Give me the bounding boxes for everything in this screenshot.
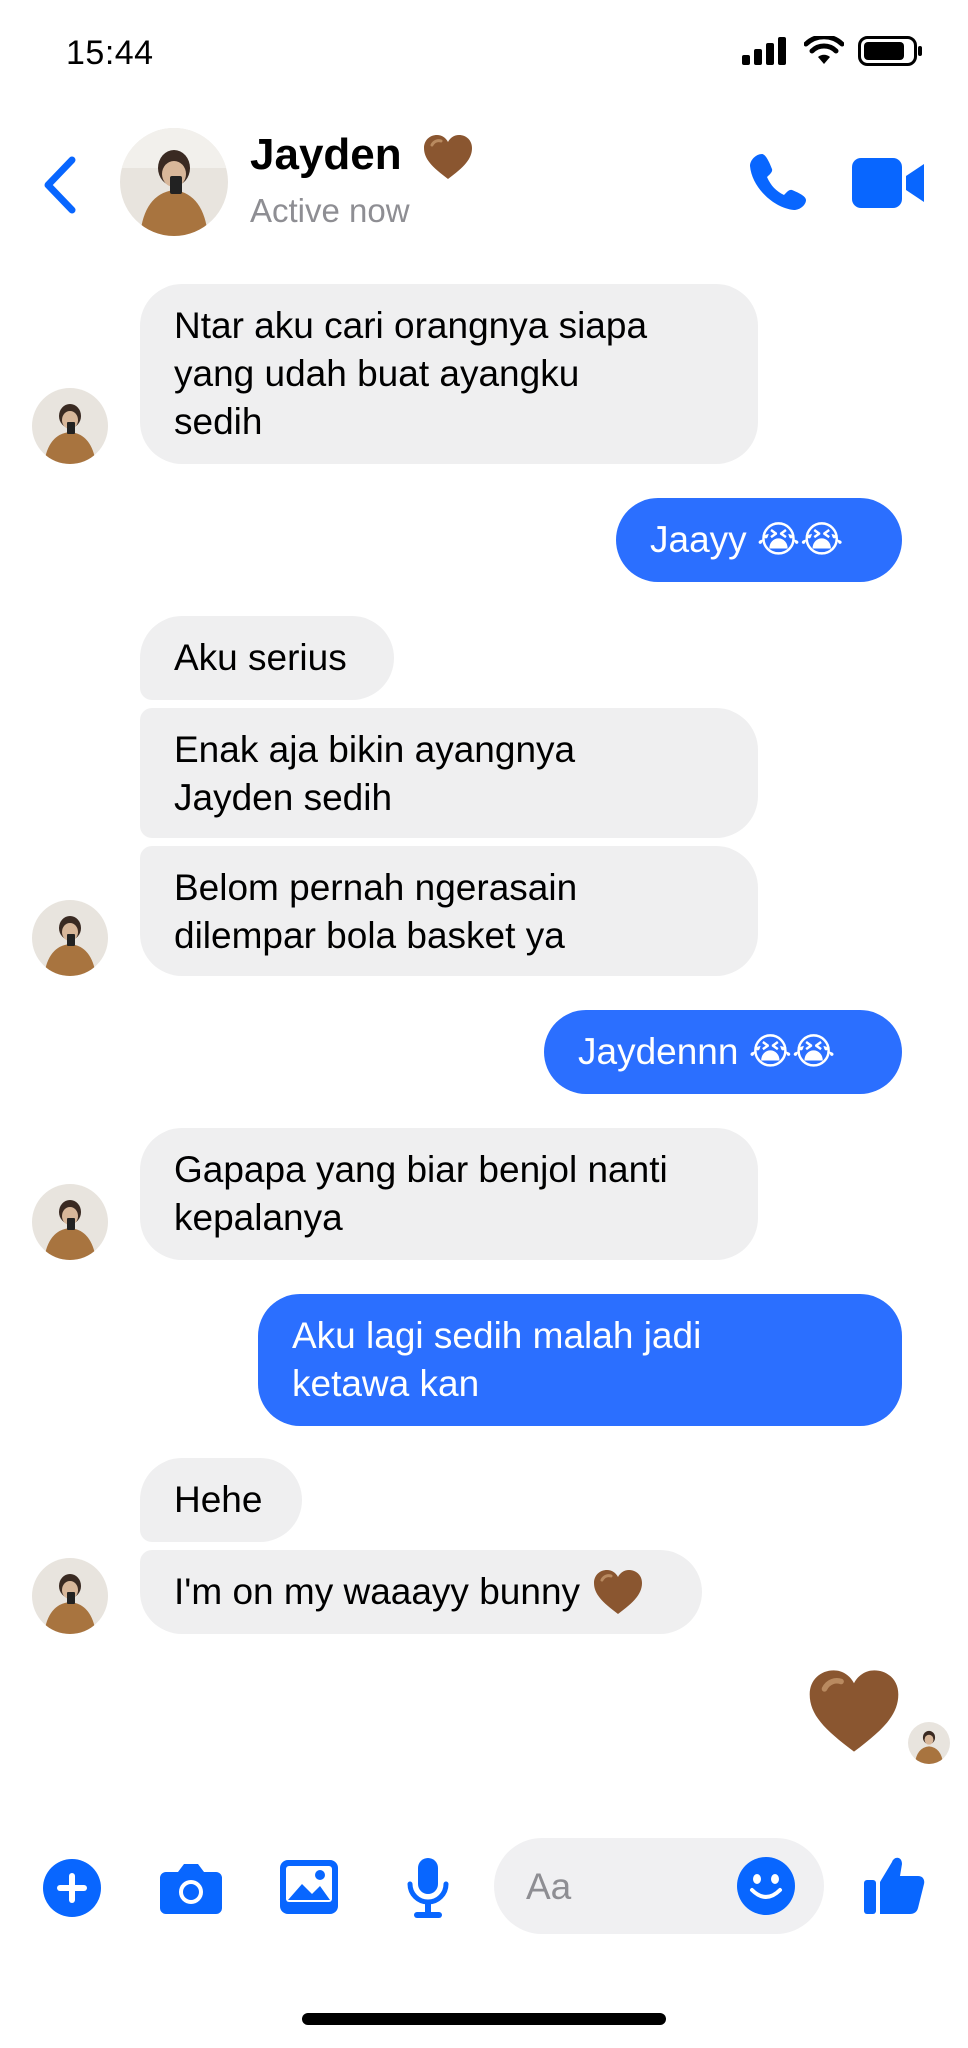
camera-icon: [160, 1864, 222, 1914]
video-call-button[interactable]: [852, 158, 926, 213]
presence-status: Active now: [250, 192, 410, 229]
gallery-button[interactable]: [278, 1858, 340, 1921]
sender-avatar: [32, 900, 108, 976]
thumbs-up-icon: [864, 1857, 925, 1914]
contact-avatar[interactable]: [120, 128, 228, 236]
voice-call-button[interactable]: [748, 150, 810, 217]
contact-name[interactable]: Jayden: [250, 130, 474, 181]
brown-heart-icon: [423, 135, 472, 180]
message-bubble-incoming[interactable]: Hehe: [140, 1458, 302, 1542]
brown-heart-icon: [594, 1570, 643, 1614]
message-bubble-incoming[interactable]: Enak aja bikin ayangnya Jayden sedih: [140, 708, 758, 838]
microphone-icon: [407, 1858, 449, 1918]
message-bubble-incoming[interactable]: Gapapa yang biar benjol nanti kepalanya: [140, 1128, 758, 1260]
wifi-icon: [804, 36, 844, 64]
like-button[interactable]: [862, 1852, 926, 1921]
plus-icon: [43, 1859, 101, 1917]
home-indicator[interactable]: [302, 2013, 666, 2025]
camera-button[interactable]: [158, 1860, 224, 1921]
message-bubble-outgoing[interactable]: Jaayy 😭😭: [616, 498, 902, 582]
message-bubble-incoming[interactable]: Belom pernah ngerasain dilempar bola bas…: [140, 846, 758, 976]
message-text: I'm on my waaayy bunny: [174, 1571, 581, 1612]
message-input-placeholder: Aa: [526, 1866, 572, 1907]
video-camera-icon: [852, 158, 924, 208]
message-text: Jaydennn 😭😭: [578, 1031, 836, 1072]
message-bubble-incoming[interactable]: I'm on my waaayy bunny: [140, 1550, 702, 1634]
status-icons: [742, 36, 924, 66]
voice-message-button[interactable]: [404, 1856, 452, 1925]
contact-name-text: Jayden: [250, 130, 402, 179]
message-bubble-outgoing[interactable]: Aku lagi sedih malah jadi ketawa kan: [258, 1294, 902, 1426]
signal-icon: [742, 37, 786, 65]
sent-heart-message[interactable]: [806, 1666, 902, 1761]
read-receipt-avatar: [908, 1722, 950, 1764]
emoji-icon: [737, 1857, 795, 1915]
phone-icon: [750, 154, 806, 210]
sender-avatar: [32, 1558, 108, 1634]
brown-heart-icon: [809, 1670, 899, 1752]
battery-icon: [858, 36, 922, 66]
emoji-button[interactable]: [736, 1856, 796, 1921]
sender-avatar: [32, 1184, 108, 1260]
add-button[interactable]: [42, 1858, 102, 1923]
back-button[interactable]: [36, 150, 86, 220]
message-text: Jaayy 😭😭: [650, 519, 844, 560]
message-bubble-incoming[interactable]: Aku serius: [140, 616, 394, 700]
status-time: 15:44: [66, 34, 154, 72]
message-bubble-incoming[interactable]: Ntar aku cari orangnya siapa yang udah b…: [140, 284, 758, 464]
sender-avatar: [32, 388, 108, 464]
back-chevron-icon: [44, 156, 76, 214]
message-bubble-outgoing[interactable]: Jaydennn 😭😭: [544, 1010, 902, 1094]
image-icon: [280, 1860, 338, 1914]
